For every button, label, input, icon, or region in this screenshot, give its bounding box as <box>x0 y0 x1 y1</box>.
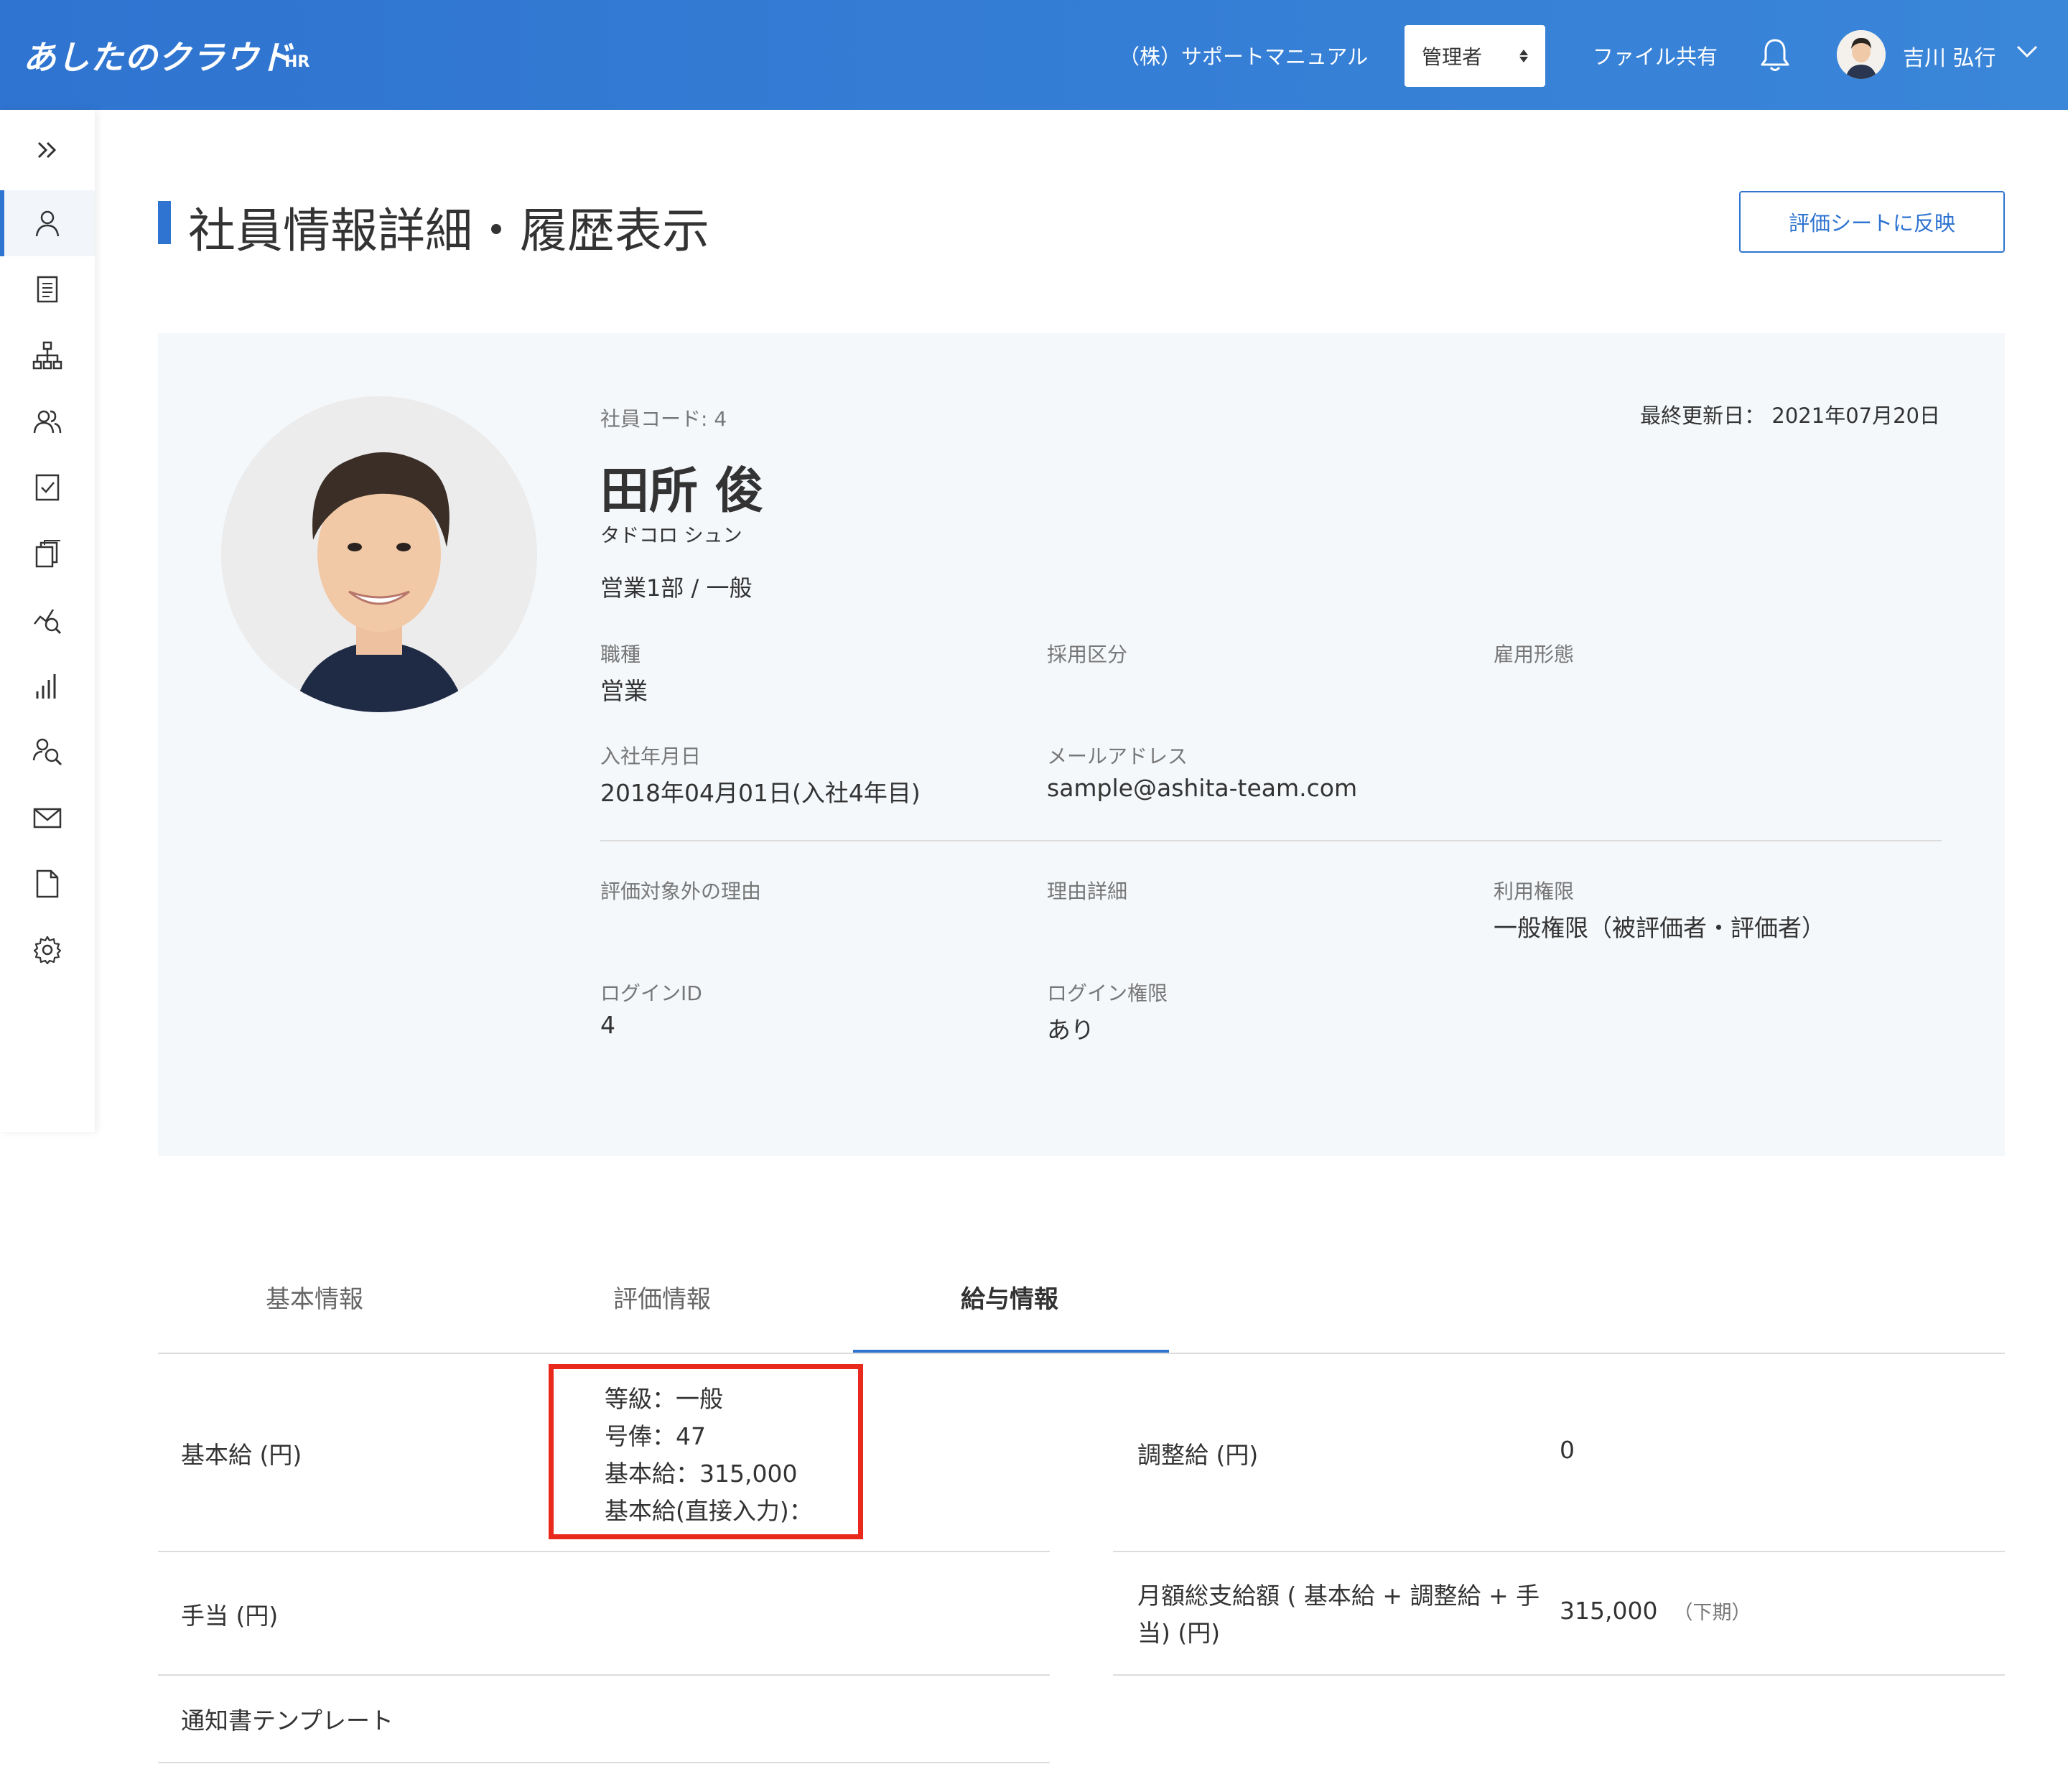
join-date-value: 2018年04月01日(入社4年目) <box>600 779 921 807</box>
gear-icon <box>33 935 62 965</box>
sidebar-item-documents[interactable] <box>0 256 95 322</box>
sidebar-item-analytics[interactable] <box>0 587 95 653</box>
adjustment-value: 0 <box>1560 1436 1575 1464</box>
employee-name: 田所 俊 <box>600 463 764 520</box>
analytics-icon <box>34 609 62 635</box>
base-salary-label: 基本給 (円) <box>181 1441 302 1469</box>
sidebar-item-users[interactable] <box>0 388 95 454</box>
login-id-label: ログインID <box>600 981 702 1005</box>
sidebar-item-organization[interactable] <box>0 322 95 388</box>
file-icon <box>36 869 59 898</box>
document-icon <box>37 276 58 303</box>
login-id-value: 4 <box>600 1011 615 1039</box>
base-amount-line: 基本給：315,000 <box>605 1460 798 1488</box>
page-title: 社員情報詳細・履歴表示 <box>188 203 709 258</box>
chevron-down-icon[interactable] <box>2015 39 2039 63</box>
exclusion-reason-label: 評価対象外の理由 <box>600 879 762 903</box>
app-logo-sub: HR <box>284 53 310 71</box>
allowance-label: 手当 (円) <box>181 1602 279 1630</box>
user-name[interactable]: 吉川 弘行 <box>1903 40 1996 72</box>
sidebar-item-files[interactable] <box>0 851 95 917</box>
sidebar-item-settings[interactable] <box>0 917 95 983</box>
permission-value: 一般権限（被評価者・評価者） <box>1494 914 1825 942</box>
sidebar-expand[interactable] <box>0 117 95 183</box>
permission-label: 利用権限 <box>1494 879 1575 903</box>
reason-detail-label: 理由詳細 <box>1047 879 1128 903</box>
profile-divider <box>600 840 1942 841</box>
reflect-to-evaluation-sheet-button[interactable]: 評価シートに反映 <box>1739 191 2005 253</box>
copy-icon <box>35 540 60 568</box>
employee-department: 営業1部 / 一般 <box>600 574 753 602</box>
users-icon <box>33 410 62 434</box>
sidebar-item-search-people[interactable] <box>0 719 95 785</box>
top-header: あしたのクラウド HR （株）サポートマニュアル 管理者 ファイル共有 吉川 弘… <box>0 0 2068 110</box>
step-line: 号俸：47 <box>605 1422 706 1450</box>
employment-type-label: 雇用形態 <box>1494 643 1575 666</box>
monthly-total-label-line2: 当) (円) <box>1137 1619 1221 1647</box>
row-divider <box>158 1762 1050 1763</box>
period-label: （下期） <box>1673 1602 1751 1624</box>
employee-photo <box>221 396 537 712</box>
company-name[interactable]: （株）サポートマニュアル <box>1119 40 1368 70</box>
tab-evaluation-info[interactable]: 評価情報 <box>613 1279 711 1315</box>
file-share-link[interactable]: ファイル共有 <box>1593 40 1718 70</box>
sidebar <box>0 110 95 1132</box>
email-value: sample@ashita-team.com <box>1047 774 1358 802</box>
adjustment-label: 調整給 (円) <box>1137 1441 1259 1469</box>
row-divider <box>158 1551 1050 1552</box>
title-accent-bar <box>158 201 171 244</box>
job-type-value: 営業 <box>600 677 648 705</box>
role-select-value: 管理者 <box>1422 45 1483 69</box>
row-divider <box>1113 1674 2005 1676</box>
email-label: メールアドレス <box>1047 745 1188 768</box>
row-divider <box>158 1674 1050 1676</box>
bell-icon[interactable] <box>1759 37 1791 73</box>
org-chart-icon <box>32 341 62 370</box>
hiring-category-label: 採用区分 <box>1047 643 1128 666</box>
join-date-label: 入社年月日 <box>600 745 702 768</box>
sidebar-item-employees[interactable] <box>0 190 95 256</box>
expand-icon <box>37 141 57 159</box>
app-logo[interactable]: あしたのクラウド <box>23 32 293 79</box>
sidebar-item-checklist[interactable] <box>0 454 95 521</box>
tab-divider <box>158 1353 2005 1354</box>
sidebar-item-mail[interactable] <box>0 785 95 851</box>
sidebar-item-copy[interactable] <box>0 521 95 587</box>
notice-template-label: 通知書テンプレート <box>181 1707 394 1735</box>
login-permission-value: あり <box>1047 1016 1094 1044</box>
user-avatar[interactable] <box>1837 30 1886 79</box>
login-permission-label: ログイン権限 <box>1047 981 1168 1005</box>
tab-basic-info[interactable]: 基本情報 <box>266 1279 363 1315</box>
monthly-total-value: 315,000 <box>1560 1597 1658 1625</box>
tab-salary-info[interactable]: 給与情報 <box>961 1279 1058 1315</box>
last-updated: 最終更新日： 2021年07月20日 <box>1640 403 1940 428</box>
mail-icon <box>33 808 62 829</box>
monthly-total-label-line1: 月額総支給額 ( 基本給 + 調整給 + 手 <box>1137 1582 1540 1610</box>
role-select[interactable]: 管理者 <box>1405 25 1545 87</box>
row-divider <box>1113 1551 2005 1552</box>
monthly-total-value-group: 315,000 （下期） <box>1560 1597 1751 1625</box>
job-type-label: 職種 <box>600 643 641 666</box>
employee-code: 社員コード: 4 <box>600 407 727 431</box>
person-search-icon <box>32 738 62 766</box>
direct-input-line: 基本給(直接入力)： <box>605 1497 813 1525</box>
employee-kana: タドコロ シュン <box>600 525 742 547</box>
sidebar-item-charts[interactable] <box>0 653 95 719</box>
person-icon <box>35 210 60 237</box>
bar-chart-icon <box>36 674 56 699</box>
grade-line: 等級：一般 <box>605 1385 723 1413</box>
select-arrows-icon <box>1519 50 1528 62</box>
checklist-icon <box>35 474 60 501</box>
